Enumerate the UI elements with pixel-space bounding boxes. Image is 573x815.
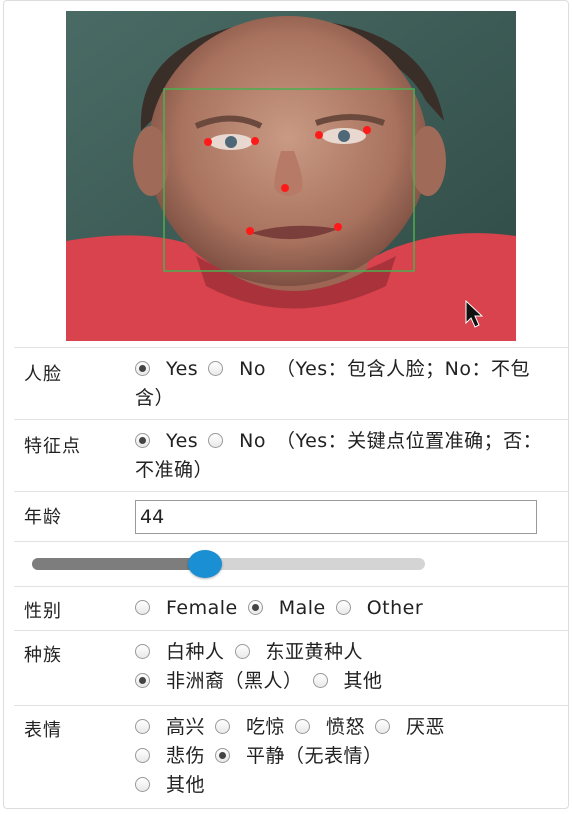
landmark-point (251, 137, 259, 145)
age-slider-fill (32, 558, 205, 570)
landmark-point (334, 223, 342, 231)
landmarks-yes-option[interactable]: Yes (135, 427, 198, 456)
gender-other-radio[interactable] (335, 600, 351, 615)
age-slider-track[interactable] (32, 558, 425, 570)
landmarks-yes-radio[interactable] (135, 433, 150, 448)
landmarks-no-text: No (239, 430, 267, 452)
expression-happy-text: 高兴 (166, 716, 206, 738)
age-slider-thumb[interactable] (187, 550, 222, 578)
expression-disgust-option[interactable]: 厌恶 (375, 713, 445, 742)
landmarks-no-radio[interactable] (208, 433, 224, 448)
expression-row: 表情 高兴 吃惊 愤怒 厌恶悲伤 平静（无表情） 其他 (14, 705, 568, 808)
expression-angry-radio[interactable] (295, 719, 311, 734)
race-other-radio[interactable] (312, 673, 328, 688)
gender-other-option[interactable]: Other (335, 594, 424, 623)
face-no-option[interactable]: No (208, 355, 266, 384)
age-input[interactable] (135, 500, 537, 534)
expression-calm-text: 平静（无表情） (246, 745, 383, 767)
gender-male-radio[interactable] (247, 600, 263, 615)
expression-sad-radio[interactable] (135, 748, 150, 763)
face-row: 人脸 Yes No （Yes：包含人脸；No：不包含） (14, 347, 568, 420)
age-label: 年龄 (24, 507, 62, 528)
expression-angry-option[interactable]: 愤怒 (295, 713, 365, 742)
race-african-option[interactable]: 非洲裔（黑人） (135, 667, 303, 696)
landmarks-label: 特征点 (24, 436, 81, 457)
race-other-text: 其他 (343, 670, 383, 692)
gender-label: 性别 (24, 601, 62, 622)
landmarks-row: 特征点 Yes No （Yes：关键点位置准确；否：不准确） (14, 419, 568, 492)
landmarks-options: Yes No （Yes：关键点位置准确；否：不准确） (135, 427, 554, 485)
landmarks-no-option[interactable]: No (208, 427, 266, 456)
expression-angry-text: 愤怒 (326, 716, 366, 738)
landmark-point (281, 184, 289, 192)
race-row: 种族 白种人 东亚黄种人非洲裔（黑人） 其他 (14, 630, 568, 706)
face-yes-radio[interactable] (135, 361, 150, 376)
expression-other-radio[interactable] (135, 777, 150, 792)
face-yes-option[interactable]: Yes (135, 355, 198, 384)
race-eastasian-text: 东亚黄种人 (265, 641, 364, 663)
landmarks-yes-text: Yes (166, 430, 199, 452)
age-slider-row (14, 541, 568, 587)
face-options: Yes No （Yes：包含人脸；No：不包含） (135, 355, 554, 413)
landmark-point (363, 126, 371, 134)
gender-female-text: Female (166, 597, 238, 619)
expression-sad-option[interactable]: 悲伤 (135, 742, 205, 771)
right-ear (410, 126, 446, 196)
race-eastasian-radio[interactable] (234, 644, 250, 659)
race-african-radio[interactable] (135, 673, 150, 688)
expression-surprised-option[interactable]: 吃惊 (215, 713, 285, 742)
gender-male-option[interactable]: Male (247, 594, 326, 623)
face-no-radio[interactable] (208, 361, 224, 376)
race-white-option[interactable]: 白种人 (135, 638, 225, 667)
expression-happy-option[interactable]: 高兴 (135, 713, 205, 742)
expression-happy-radio[interactable] (135, 719, 150, 734)
face-no-text: No (239, 358, 267, 380)
race-african-text: 非洲裔（黑人） (166, 670, 303, 692)
age-row: 年龄 (14, 491, 568, 542)
expression-other-text: 其他 (166, 774, 206, 796)
gender-options: Female Male Other (135, 594, 554, 623)
landmark-point (315, 131, 323, 139)
face-yes-text: Yes (166, 358, 199, 380)
landmark-point (204, 138, 212, 146)
expression-disgust-radio[interactable] (375, 719, 391, 734)
face-photo (66, 11, 516, 341)
expression-other-option[interactable]: 其他 (135, 771, 205, 800)
gender-other-text: Other (366, 597, 424, 619)
face-label: 人脸 (24, 364, 62, 385)
annotation-panel: 人脸 Yes No （Yes：包含人脸；No：不包含） 特征点 Yes No （Yes：… (3, 0, 569, 809)
expression-sad-text: 悲伤 (166, 745, 206, 767)
left-iris (225, 136, 237, 148)
expression-calm-option[interactable]: 平静（无表情） (215, 742, 383, 771)
expression-options: 高兴 吃惊 愤怒 厌恶悲伤 平静（无表情） 其他 (135, 713, 562, 800)
race-white-text: 白种人 (166, 641, 225, 663)
gender-female-option[interactable]: Female (135, 594, 238, 623)
race-white-radio[interactable] (135, 644, 150, 659)
expression-surprised-radio[interactable] (215, 719, 231, 734)
expression-surprised-text: 吃惊 (246, 716, 286, 738)
gender-male-text: Male (278, 597, 326, 619)
right-iris (338, 130, 350, 142)
landmark-point (246, 227, 254, 235)
race-options: 白种人 东亚黄种人非洲裔（黑人） 其他 (135, 638, 554, 696)
race-eastasian-option[interactable]: 东亚黄种人 (234, 638, 364, 667)
gender-female-radio[interactable] (135, 600, 150, 615)
expression-disgust-text: 厌恶 (406, 716, 446, 738)
expression-label: 表情 (24, 720, 62, 741)
gender-row: 性别 Female Male Other (14, 586, 568, 631)
race-other-option[interactable]: 其他 (312, 667, 383, 696)
expression-calm-radio[interactable] (215, 748, 231, 763)
face-photo-canvas (66, 11, 516, 341)
race-label: 种族 (24, 645, 62, 666)
